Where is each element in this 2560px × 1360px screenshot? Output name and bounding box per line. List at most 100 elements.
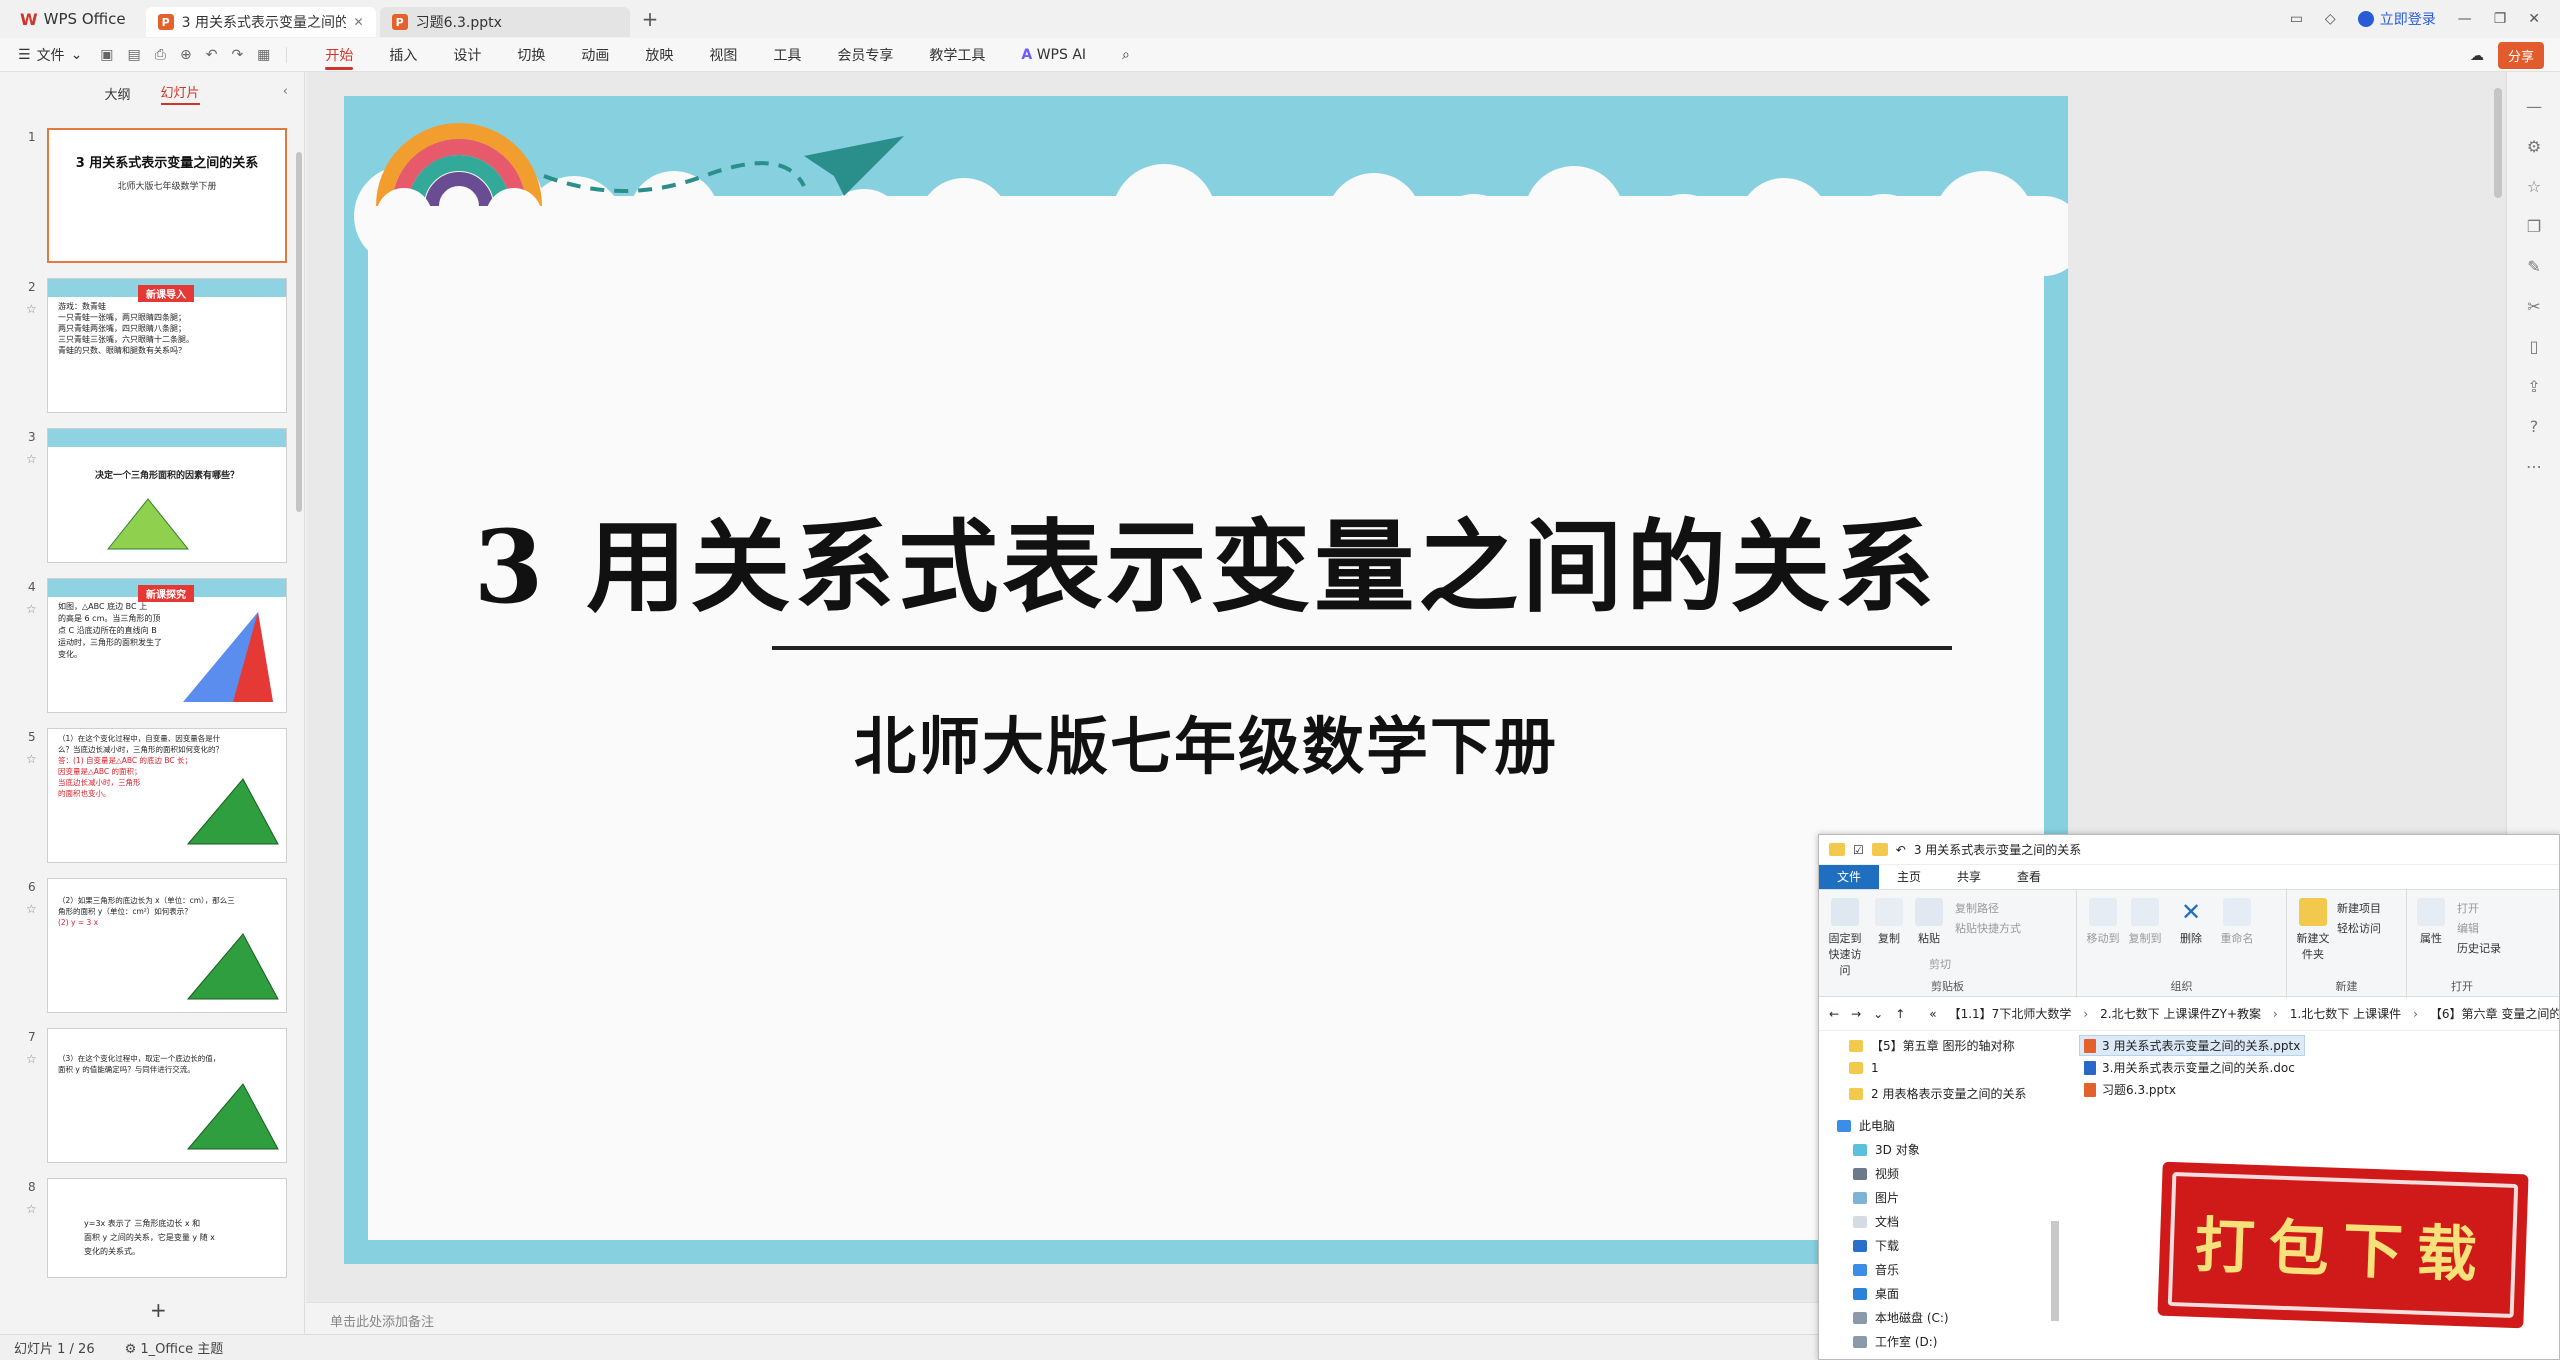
tab-share[interactable]: 共享 [1939, 865, 1999, 889]
breadcrumb-item[interactable]: 1.北七数下 上课课件 [2290, 1005, 2401, 1022]
wps-logo[interactable]: W WPS Office [0, 0, 146, 38]
redo-icon[interactable]: ↷ [231, 47, 243, 63]
breadcrumb-overflow[interactable]: « [1929, 1007, 1936, 1021]
nav-item[interactable]: 下载 [1853, 1237, 1899, 1254]
menu-tools[interactable]: 工具 [755, 38, 819, 72]
collapse-panel-icon[interactable]: ‹ [283, 84, 288, 99]
new-tab-button[interactable]: + [630, 7, 671, 31]
tab-view[interactable]: 查看 [1999, 865, 2059, 889]
preview-icon[interactable]: ⊕ [180, 47, 192, 63]
history-button[interactable]: 历史记录 [2457, 940, 2501, 956]
restore-icon[interactable]: ❐ [2494, 11, 2507, 27]
easy-access-button[interactable]: 轻松访问 [2337, 920, 2381, 936]
minimize-icon[interactable]: — [2458, 11, 2472, 27]
nav-item[interactable]: 视频 [1853, 1165, 1899, 1182]
address-bar[interactable]: ← → ⌄ ↑ « 【1.1】7下北师大数学 › 2.北七数下 上课课件ZY+教… [1819, 997, 2559, 1031]
slide-thumbnail-3[interactable]: 3 ☆ 决定一个三角形面积的因素有哪些？ [0, 428, 300, 568]
undo-icon[interactable]: ↶ [1896, 843, 1906, 857]
check-icon[interactable]: ☑ [1853, 843, 1864, 857]
panel-scrollbar[interactable] [296, 152, 302, 512]
nav-item[interactable]: 2 用表格表示变量之间的关系 [1849, 1085, 2026, 1102]
tools-icon[interactable]: ✂ [2523, 296, 2545, 318]
file-item[interactable]: 3.用关系式表示变量之间的关系.doc [2084, 1059, 2295, 1076]
star-icon[interactable]: ☆ [26, 302, 37, 316]
share-icon[interactable]: ⇪ [2523, 376, 2545, 398]
tab-slides[interactable]: 幻灯片 [160, 82, 200, 105]
tab-file[interactable]: 文件 [1819, 865, 1880, 889]
pin-button[interactable]: 固定到快速访问 [1825, 898, 1865, 978]
menu-member[interactable]: 会员专享 [819, 38, 911, 72]
slide-title[interactable]: 3 用关系式表示变量之间的关系 [344, 486, 2068, 631]
star-icon[interactable]: ☆ [26, 602, 37, 616]
star-icon[interactable]: ☆ [26, 902, 37, 916]
menu-transitions[interactable]: 切换 [499, 38, 563, 72]
minus-icon[interactable]: — [2523, 96, 2545, 118]
slide-thumbnail-1[interactable]: 1 3 用关系式表示变量之间的关系 北师大版七年级数学下册 [0, 128, 300, 268]
copy-button[interactable]: 复制 [1871, 898, 1907, 946]
slide-thumbnail-7[interactable]: 7 ☆ （3）在这个变化过程中，取定一个底边长的值， 面积 y 的值能确定吗？与… [0, 1028, 300, 1168]
menu-teaching-tools[interactable]: 教学工具 [911, 38, 1003, 72]
slide-subtitle[interactable]: 北师大版七年级数学下册 [344, 696, 2068, 786]
login-button[interactable]: 立即登录 [2357, 9, 2436, 29]
format-painter-icon[interactable]: ▦ [257, 47, 270, 63]
tab-outline[interactable]: 大纲 [104, 84, 130, 103]
menu-wps-ai[interactable]: A WPS AI [1003, 38, 1104, 72]
copy-icon[interactable]: ❐ [2523, 216, 2545, 238]
save-icon[interactable]: ▣ [100, 47, 113, 63]
copy-path-button[interactable]: 复制路径 [1955, 900, 1999, 916]
nav-scrollbar[interactable] [2051, 1221, 2059, 1321]
menu-slideshow[interactable]: 放映 [627, 38, 691, 72]
file-menu[interactable]: ☰ 文件 ⌄ [0, 45, 100, 65]
close-window-icon[interactable]: ✕ [2528, 11, 2540, 27]
back-icon[interactable]: ← [1829, 1007, 1839, 1021]
rename-button[interactable]: 重命名 [2217, 898, 2257, 946]
theme-label[interactable]: ⚙ 1_Office 主题 [125, 1338, 224, 1357]
breadcrumb-item[interactable]: 【1.1】7下北师大数学 [1949, 1005, 2072, 1022]
menu-home[interactable]: 开始 [307, 38, 371, 72]
delete-button[interactable]: ✕ 删除 [2173, 898, 2209, 946]
tab-document-active[interactable]: P 3 用关系式表示变量之间的关系 ✕ [145, 7, 376, 37]
up-icon[interactable]: ↑ [1895, 1007, 1905, 1021]
slide-thumbnail-8[interactable]: 8 ☆ y=3x 表示了 三角形底边长 x 和 面积 y 之间的关系，它是变量 … [0, 1178, 300, 1318]
menu-view[interactable]: 视图 [691, 38, 755, 72]
close-icon[interactable]: ✕ [354, 15, 364, 29]
more-icon[interactable]: ⋯ [2523, 456, 2545, 478]
export-icon[interactable]: ▤ [128, 47, 141, 63]
copy-to-button[interactable]: 复制到 [2125, 898, 2165, 946]
edit-icon[interactable]: ✎ [2523, 256, 2545, 278]
file-item[interactable]: 习题6.3.pptx [2084, 1081, 2176, 1098]
share-button[interactable]: 分享 [2497, 42, 2544, 69]
print-icon[interactable]: ⎙ [155, 47, 166, 63]
properties-button[interactable]: 属性 [2413, 898, 2449, 946]
undo-icon[interactable]: ↶ [206, 47, 218, 63]
nav-item[interactable]: 【5】第五章 图形的轴对称 [1849, 1037, 2014, 1054]
canvas-vscrollbar[interactable] [2494, 88, 2502, 198]
tab-home[interactable]: 主页 [1879, 865, 1939, 889]
nav-item[interactable]: 音乐 [1853, 1261, 1899, 1278]
star-icon[interactable]: ☆ [2523, 176, 2545, 198]
nav-item[interactable]: 文档 [1853, 1213, 1899, 1230]
star-icon[interactable]: ☆ [26, 752, 37, 766]
current-slide[interactable]: 3 用关系式表示变量之间的关系 北师大版七年级数学下册 [344, 96, 2068, 1264]
paste-button[interactable]: 粘贴 [1911, 898, 1947, 946]
cloud-sync-icon[interactable]: ☁ [2470, 48, 2484, 64]
star-icon[interactable]: ☆ [26, 1202, 37, 1216]
tab-document[interactable]: P 习题6.3.pptx [379, 7, 630, 37]
chevron-down-icon[interactable]: ⌄ [1873, 1007, 1883, 1021]
slide-thumbnail-2[interactable]: 2 ☆ 新课导入 游戏：数青蛙 一只青蛙一张嘴，两只眼睛四条腿； 两只青蛙两张嘴… [0, 278, 300, 418]
nav-item-this-pc[interactable]: 此电脑 [1837, 1117, 1895, 1134]
help-icon[interactable]: ? [2523, 416, 2545, 438]
breadcrumb-item[interactable]: 【6】第六章 变量之间的 [2430, 1005, 2559, 1022]
add-slide-button[interactable]: + [150, 1298, 167, 1322]
paste-shortcut-button[interactable]: 粘贴快捷方式 [1955, 920, 2021, 936]
window-layout-icon[interactable]: ▭ [2290, 11, 2303, 27]
menu-insert[interactable]: 插入 [371, 38, 435, 72]
nav-item[interactable]: 图片 [1853, 1189, 1899, 1206]
nav-item[interactable]: 工作室 (D:) [1853, 1333, 1937, 1350]
star-icon[interactable]: ☆ [26, 452, 37, 466]
move-to-button[interactable]: 移动到 [2083, 898, 2123, 946]
edit-button[interactable]: 编辑 [2457, 920, 2479, 936]
file-item[interactable]: 3 用关系式表示变量之间的关系.pptx [2079, 1035, 2306, 1056]
slide-thumbnail-5[interactable]: 5 ☆ （1）在这个变化过程中，自变量、因变量各是什 么？当底边长减小时，三角形… [0, 728, 300, 868]
book-icon[interactable]: ▯ [2523, 336, 2545, 358]
